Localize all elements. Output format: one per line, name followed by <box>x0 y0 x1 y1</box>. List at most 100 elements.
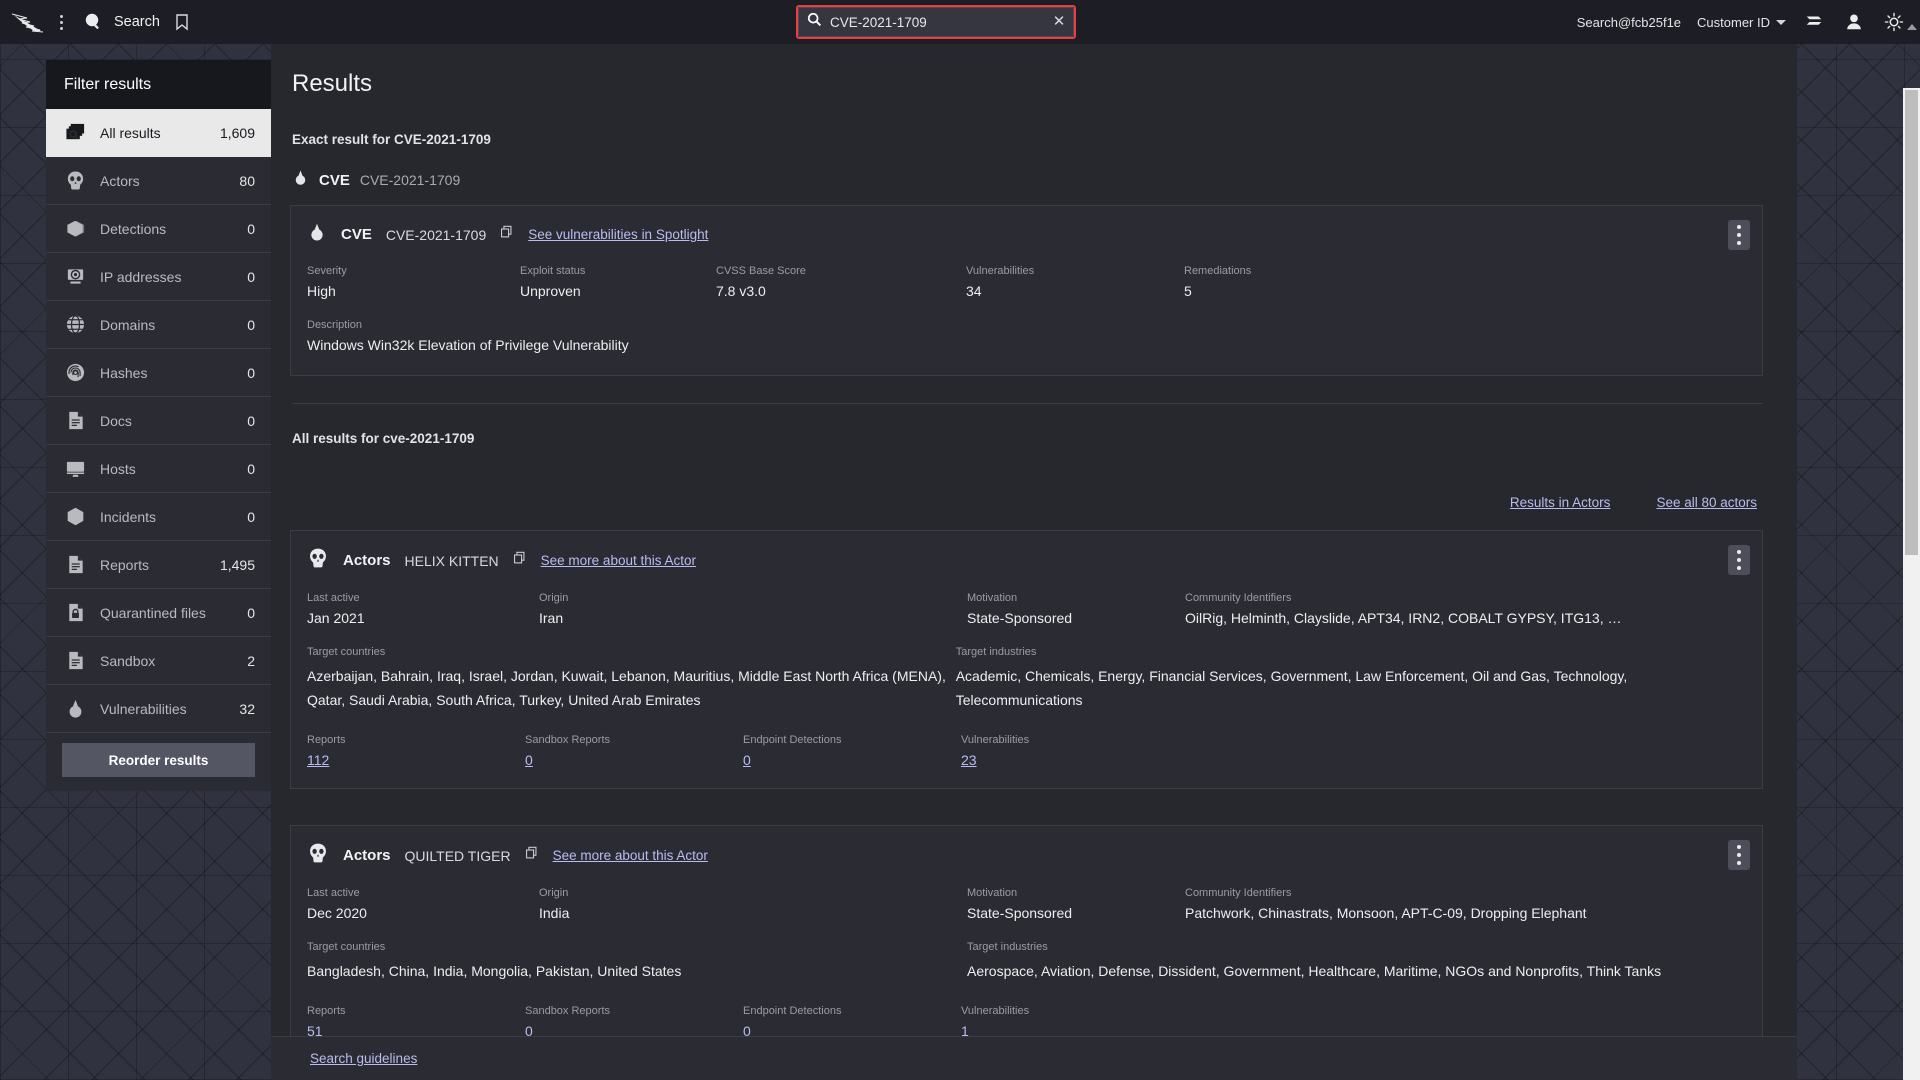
search-box[interactable]: ✕ <box>798 7 1074 37</box>
actor-motivation-value: State-Sponsored <box>967 905 1073 921</box>
customer-id-selector[interactable]: Customer ID <box>1697 15 1786 30</box>
sun-brightness-icon[interactable] <box>1882 10 1906 34</box>
actor-stat-link[interactable]: 0 <box>743 752 751 768</box>
page-title: Results <box>292 70 373 97</box>
sidebar-item-vulnerabilities[interactable]: Vulnerabilities 32 <box>46 685 271 733</box>
page-scrollbar[interactable] <box>1903 88 1920 1080</box>
actor-target-industries: Target industries Aerospace, Aviation, De… <box>967 941 1744 983</box>
actor-stat-label: Endpoint Detections <box>743 734 842 746</box>
sidebar-item-docs[interactable]: Docs 0 <box>46 397 271 445</box>
page-scrollbar-thumb[interactable] <box>1905 90 1918 555</box>
kebab-menu-icon[interactable] <box>50 11 72 33</box>
actor-card-kebab-menu-icon[interactable] <box>1728 840 1750 870</box>
actor-stat-link[interactable]: 0 <box>525 752 533 768</box>
sidebar-item-hosts[interactable]: Hosts 0 <box>46 445 271 493</box>
see-vulnerabilities-in-spotlight-link[interactable]: See vulnerabilities in Spotlight <box>528 227 708 242</box>
user-icon[interactable] <box>1842 10 1866 34</box>
actor-community-value: OilRig, Helminth, Clayslide, APT34, IRN2… <box>1185 610 1622 626</box>
actor-origin: Origin India <box>539 887 967 921</box>
results-scroll-area[interactable]: Results Exact result for CVE-2021-1709 C… <box>271 44 1797 1036</box>
actor-stat-value: 0 <box>525 752 743 768</box>
search-input-icon <box>807 12 822 32</box>
cve-card-name: CVE-2021-1709 <box>385 226 487 243</box>
sidebar-item-label: Docs <box>100 412 132 429</box>
actor-stat-label: Vulnerabilities <box>961 1005 1030 1017</box>
copy-icon[interactable] <box>500 225 514 244</box>
sidebar-item-all-results[interactable]: All results 1,609 <box>46 109 271 157</box>
filter-sidebar: Filter results All results 1,609 Actors 80 D… <box>46 60 271 791</box>
docs-document-icon <box>64 410 86 432</box>
actor-card-kind: Actors <box>343 847 391 864</box>
falcon-logo-icon[interactable] <box>10 11 44 33</box>
see-more-about-actor-link[interactable]: See more about this Actor <box>541 553 696 568</box>
actor-card-kebab-menu-icon[interactable] <box>1728 545 1750 575</box>
search-icon[interactable] <box>82 11 104 33</box>
see-more-about-actor-link[interactable]: See more about this Actor <box>553 848 708 863</box>
bookmark-icon[interactable] <box>174 13 190 31</box>
sidebar-item-sandbox[interactable]: Sandbox 2 <box>46 637 271 685</box>
clear-search-icon[interactable]: ✕ <box>1051 14 1067 30</box>
actor-last-active-value: Dec 2020 <box>307 905 367 921</box>
vulnerability-icon <box>292 169 309 191</box>
copy-icon[interactable] <box>513 551 527 570</box>
customer-id-label: Customer ID <box>1697 14 1770 30</box>
reorder-results-button[interactable]: Reorder results <box>62 743 255 777</box>
search-guidelines-link[interactable]: Search guidelines <box>310 1051 417 1066</box>
actor-motivation: Motivation State-Sponsored <box>967 887 1185 921</box>
actor-card-name: HELIX KITTEN <box>404 552 499 569</box>
sidebar-item-actors[interactable]: Actors 80 <box>46 157 271 205</box>
sidebar-item-label: Actors <box>100 172 140 189</box>
actor-stat: Vulnerabilities 23 <box>961 734 1179 768</box>
right-gutter <box>1797 88 1903 1080</box>
actor-targets-row: Target countries Bangladesh, China, India… <box>291 921 1762 983</box>
sidebar-item-count: 0 <box>247 460 255 477</box>
sidebar-item-detections[interactable]: Detections 0 <box>46 205 271 253</box>
sidebar-item-reports[interactable]: Reports 1,495 <box>46 541 271 589</box>
exact-result-kind: CVE <box>319 171 350 189</box>
vulnerabilities-icon <box>64 698 86 720</box>
actor-section-links: Results in Actors See all 80 actors <box>290 468 1763 530</box>
actor-target-countries-label: Target countries <box>307 941 386 953</box>
cve-field-label: CVSS Base Score <box>716 265 806 277</box>
actor-stat-value: 0 <box>743 1023 961 1036</box>
sidebar-item-label: Quarantined files <box>100 604 206 621</box>
actor-stat-link[interactable]: 51 <box>307 1023 323 1036</box>
search-input[interactable] <box>830 14 1043 30</box>
sidebar-item-count: 0 <box>247 220 255 237</box>
actor-card-list: Actors HELIX KITTEN See more about this Ac… <box>290 530 1763 1036</box>
sidebar-item-ip-addresses[interactable]: IP addresses 0 <box>46 253 271 301</box>
actor-stat-link[interactable]: 0 <box>743 1023 751 1036</box>
actor-last-active-label: Last active <box>307 887 360 899</box>
sidebar-item-quarantined-files[interactable]: Quarantined files 0 <box>46 589 271 637</box>
layers-icon[interactable] <box>1802 10 1826 34</box>
actor-stat-value: 0 <box>525 1023 743 1036</box>
actor-stat-link[interactable]: 23 <box>961 752 977 768</box>
actor-stat-link[interactable]: 0 <box>525 1023 533 1036</box>
reports-document-icon <box>64 554 86 576</box>
sidebar-item-count: 2 <box>247 652 255 669</box>
actor-origin-value: India <box>539 905 570 921</box>
results-in-actors-link[interactable]: Results in Actors <box>1510 495 1611 510</box>
cve-card-kebab-menu-icon[interactable] <box>1728 220 1750 250</box>
scroll-up-arrow-icon[interactable] <box>1907 24 1917 30</box>
sidebar-item-incidents[interactable]: Incidents 0 <box>46 493 271 541</box>
cve-field: CVSS Base Score 7.8 v3.0 <box>716 265 966 299</box>
actor-last-active: Last active Jan 2021 <box>307 592 539 626</box>
sidebar-item-hashes[interactable]: Hashes 0 <box>46 349 271 397</box>
copy-icon[interactable] <box>525 846 539 865</box>
actor-stat-link[interactable]: 112 <box>307 752 329 768</box>
sidebar-item-domains[interactable]: Domains 0 <box>46 301 271 349</box>
top-bar-right: Search@fcb25f1e Customer ID <box>1577 0 1906 44</box>
actor-stat-label: Sandbox Reports <box>525 734 610 746</box>
top-bar: Search ✕ Search@fcb25f1e Custom <box>0 0 1920 44</box>
see-all-actors-link[interactable]: See all 80 actors <box>1656 495 1757 510</box>
actor-stat-link[interactable]: 1 <box>961 1023 969 1036</box>
cve-description-value: Windows Win32k Elevation of Privilege Vu… <box>307 337 629 353</box>
actor-stat-value: 51 <box>307 1023 525 1036</box>
cve-field: Severity High <box>307 265 520 299</box>
actor-card-header: Actors QUILTED TIGER See more about this A… <box>291 826 1762 873</box>
top-bar-left: Search <box>0 11 190 33</box>
actor-motivation: Motivation State-Sponsored <box>967 592 1185 626</box>
sidebar-item-label: Domains <box>100 316 156 333</box>
cve-field-value: 34 <box>966 283 982 299</box>
